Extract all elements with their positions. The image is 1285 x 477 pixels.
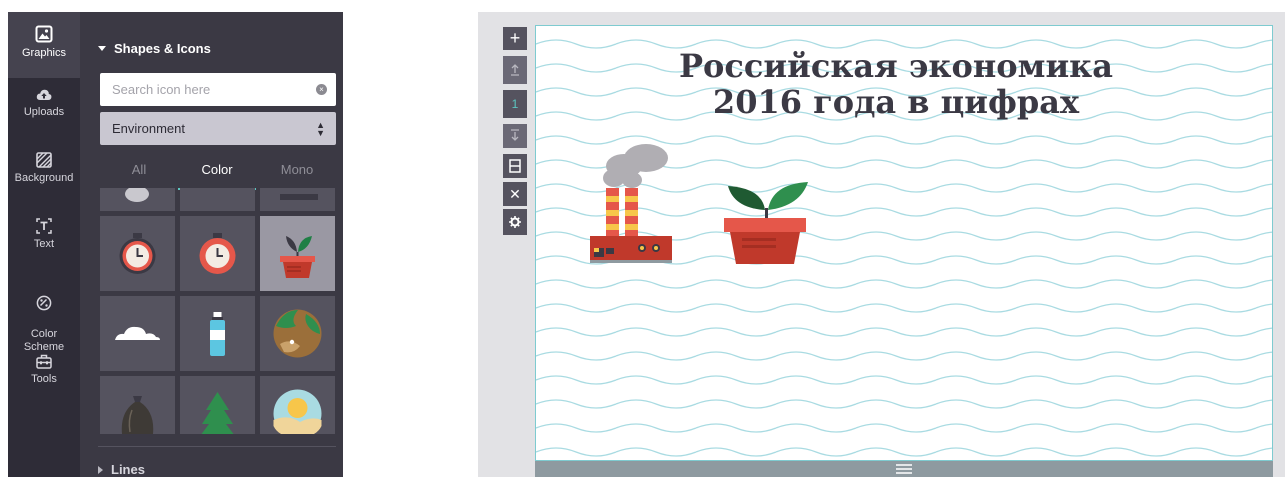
icon-cell[interactable] bbox=[260, 296, 335, 371]
layers-icon bbox=[509, 159, 521, 173]
gear-icon bbox=[509, 216, 521, 228]
caret-down-icon bbox=[98, 46, 106, 51]
add-page-button[interactable]: + bbox=[503, 27, 527, 50]
icon-cell[interactable] bbox=[180, 216, 255, 291]
grip-lines-icon bbox=[896, 464, 912, 474]
sidebar: Graphics Uploads Background Text Color S… bbox=[8, 12, 80, 477]
arrow-down-icon bbox=[511, 129, 519, 141]
image-icon bbox=[35, 25, 53, 43]
toolbox-icon bbox=[36, 354, 52, 369]
factory-icon[interactable] bbox=[584, 136, 684, 266]
select-arrows-icon: ▲ ▼ bbox=[316, 120, 325, 138]
stone-icon bbox=[125, 188, 149, 202]
plant-pot-icon bbox=[280, 236, 315, 278]
pine-tree-icon bbox=[201, 392, 234, 434]
search-box: × bbox=[100, 73, 336, 106]
stopwatch-icon bbox=[119, 233, 156, 274]
sidebar-item-uploads[interactable]: Uploads bbox=[8, 88, 80, 138]
icon-grid bbox=[100, 188, 336, 434]
shapes-panel: Shapes & Icons × Environment ▲▼ All Colo… bbox=[80, 12, 343, 477]
title-line-1: Российская экономика bbox=[678, 47, 1114, 85]
lines-header[interactable]: Lines bbox=[98, 462, 145, 477]
page-settings-button[interactable] bbox=[503, 209, 527, 235]
cloud-upload-icon bbox=[36, 89, 52, 100]
icon-cell[interactable] bbox=[100, 188, 175, 211]
cloud-icon bbox=[115, 326, 160, 340]
move-page-down-button[interactable] bbox=[503, 124, 527, 148]
icon-cell[interactable] bbox=[260, 376, 335, 434]
sun-landscape-icon bbox=[273, 389, 322, 434]
infographic-title[interactable]: Российская экономика 2016 года в цифрах bbox=[536, 48, 1256, 120]
panel-divider bbox=[98, 446, 336, 447]
object-icon bbox=[280, 194, 318, 200]
shapes-icons-header[interactable]: Shapes & Icons bbox=[98, 41, 211, 56]
sidebar-item-label: Background bbox=[14, 172, 74, 184]
text-icon bbox=[36, 218, 52, 234]
icon-cell[interactable] bbox=[180, 188, 255, 211]
sidebar-item-label: Uploads bbox=[23, 106, 65, 118]
page-layout-button[interactable] bbox=[503, 154, 527, 178]
water-bottle-icon bbox=[210, 312, 225, 356]
sidebar-item-label: Graphics bbox=[21, 47, 67, 59]
section-title: Shapes & Icons bbox=[114, 41, 211, 56]
background-pattern-icon bbox=[36, 152, 52, 168]
tab-all[interactable]: All bbox=[100, 155, 178, 190]
sidebar-item-label: Text bbox=[33, 238, 55, 250]
stopwatch-icon bbox=[199, 233, 236, 274]
category-select-value: Environment bbox=[112, 121, 185, 136]
sidebar-item-graphics[interactable]: Graphics bbox=[8, 12, 80, 78]
plant-pot-canvas-icon[interactable] bbox=[720, 172, 816, 268]
design-canvas[interactable]: Российская экономика 2016 года в цифрах bbox=[535, 25, 1273, 461]
category-select[interactable]: Environment ▲ ▼ bbox=[100, 112, 336, 145]
globe-icon bbox=[273, 309, 322, 358]
icon-cell[interactable] bbox=[100, 296, 175, 371]
delete-page-button[interactable]: ✕ bbox=[503, 182, 527, 206]
title-line-2: 2016 года в цифрах bbox=[712, 83, 1080, 121]
icon-cell[interactable] bbox=[180, 376, 255, 434]
sidebar-item-label: Color Scheme bbox=[23, 328, 65, 353]
trash-bag-icon bbox=[121, 396, 154, 434]
caret-right-icon bbox=[98, 465, 103, 474]
arrow-up-icon bbox=[511, 64, 519, 76]
clear-search-icon[interactable]: × bbox=[316, 84, 327, 95]
sidebar-item-label: Tools bbox=[31, 373, 57, 385]
page-number: 1 bbox=[503, 90, 527, 118]
sidebar-item-tools[interactable]: Tools bbox=[8, 354, 80, 398]
icon-cell[interactable] bbox=[100, 216, 175, 291]
app-root: Graphics Uploads Background Text Color S… bbox=[0, 0, 1285, 477]
sidebar-item-color-scheme[interactable]: Color Scheme bbox=[8, 282, 80, 353]
tab-mono[interactable]: Mono bbox=[258, 155, 336, 190]
move-page-up-button[interactable] bbox=[503, 56, 527, 84]
sidebar-item-background[interactable]: Background bbox=[8, 152, 80, 204]
icon-style-tabs: All Color Mono bbox=[100, 155, 336, 190]
icon-cell[interactable] bbox=[180, 296, 255, 371]
canvas-resize-handle[interactable] bbox=[535, 461, 1273, 477]
search-input[interactable] bbox=[100, 73, 300, 106]
section-title: Lines bbox=[111, 462, 145, 477]
icon-cell[interactable] bbox=[100, 376, 175, 434]
tab-color[interactable]: Color bbox=[178, 155, 256, 190]
icon-cell[interactable] bbox=[260, 188, 335, 211]
icon-cell-selected[interactable] bbox=[260, 216, 335, 291]
sidebar-item-text[interactable]: Text bbox=[8, 218, 80, 268]
palette-icon bbox=[36, 295, 52, 311]
